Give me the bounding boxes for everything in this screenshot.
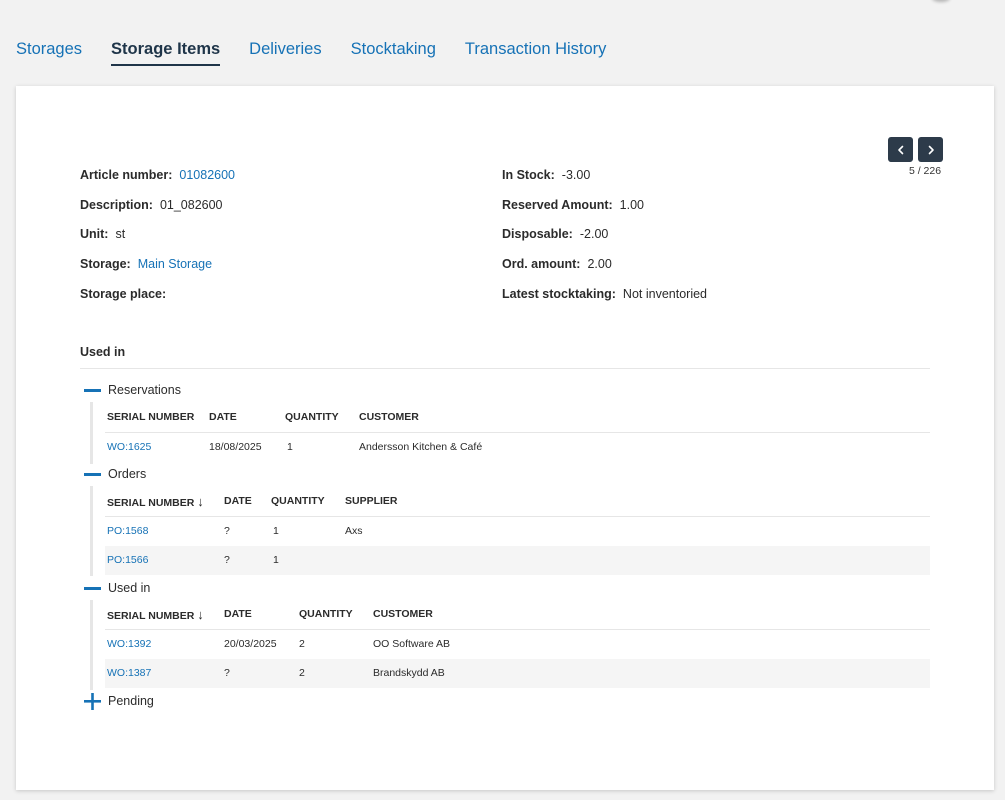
customer-cell: Andersson Kitchen & Café: [359, 441, 483, 453]
sort-descending-icon: ↓: [197, 607, 204, 622]
reserved-amount-field: Reserved Amount: 1.00: [502, 198, 644, 212]
used-in-table: SERIAL NUMBER ↓ DATE QUANTITY CUSTOMER W…: [90, 600, 930, 690]
customer-cell: Brandskydd AB: [373, 667, 445, 679]
unit-value: st: [115, 227, 126, 241]
divider: [80, 368, 930, 369]
column-header-supplier[interactable]: SUPPLIER: [345, 495, 398, 507]
reservations-group-title: Reservations: [108, 383, 181, 397]
pending-group-toggle[interactable]: Pending: [84, 692, 154, 710]
pager-count: 5 / 226: [908, 165, 942, 177]
orders-group-toggle[interactable]: Orders: [84, 467, 146, 481]
date-cell: ?: [224, 525, 230, 537]
storage-link[interactable]: Main Storage: [138, 257, 212, 271]
unit-label: Unit:: [80, 227, 109, 241]
column-header-date[interactable]: DATE: [224, 608, 252, 620]
pager: [888, 137, 943, 162]
column-header-date[interactable]: DATE: [209, 411, 237, 423]
ord-amount-label: Ord. amount:: [502, 257, 581, 271]
tab-storages[interactable]: Storages: [16, 40, 82, 66]
date-cell: 20/03/2025: [224, 638, 277, 650]
customer-cell: OO Software AB: [373, 638, 451, 650]
reserved-amount-label: Reserved Amount:: [502, 198, 613, 212]
in-stock-value: -3.00: [561, 168, 591, 182]
description-value: 01_082600: [159, 198, 223, 212]
used-in-section-title: Used in: [80, 345, 126, 359]
column-header-serial-number[interactable]: SERIAL NUMBER: [107, 411, 194, 423]
collapse-icon: [84, 581, 101, 595]
serial-number-link[interactable]: WO:1387: [107, 667, 151, 679]
column-header-date[interactable]: DATE: [224, 495, 252, 507]
reservations-table: SERIAL NUMBER DATE QUANTITY CUSTOMER WO:…: [90, 402, 930, 464]
serial-number-link[interactable]: PO:1566: [107, 554, 148, 566]
used-in-group-toggle[interactable]: Used in: [84, 581, 150, 595]
collapse-icon: [84, 383, 101, 397]
serial-number-link[interactable]: WO:1625: [107, 441, 151, 453]
article-number-label: Article number:: [80, 168, 173, 182]
next-item-button[interactable]: [918, 137, 943, 162]
supplier-cell: Axs: [345, 525, 363, 537]
quantity-cell: 1: [273, 525, 279, 537]
previous-item-button[interactable]: [888, 137, 913, 162]
column-header-customer[interactable]: CUSTOMER: [373, 608, 433, 620]
column-header-serial-number-label: SERIAL NUMBER: [107, 610, 195, 622]
storage-label: Storage:: [80, 257, 131, 271]
disposable-label: Disposable:: [502, 227, 573, 241]
ord-amount-field: Ord. amount: 2.00: [502, 257, 612, 271]
ord-amount-value: 2.00: [587, 257, 612, 271]
article-number-field: Article number: 01082600: [80, 168, 235, 182]
tab-stocktaking[interactable]: Stocktaking: [351, 40, 436, 66]
quantity-cell: 1: [287, 441, 293, 453]
reserved-amount-value: 1.00: [619, 198, 645, 212]
table-row: PO:1566 ? 1: [105, 546, 930, 575]
date-cell: ?: [224, 667, 230, 679]
table-row: WO:1392 20/03/2025 2 OO Software AB: [105, 630, 930, 659]
latest-stocktaking-field: Latest stocktaking: Not inventoried: [502, 287, 707, 301]
description-field: Description: 01_082600: [80, 198, 223, 212]
tab-deliveries[interactable]: Deliveries: [249, 40, 321, 66]
chevron-right-icon: [928, 145, 934, 154]
description-label: Description:: [80, 198, 153, 212]
serial-number-link[interactable]: WO:1392: [107, 638, 151, 650]
table-row: WO:1387 ? 2 Brandskydd AB: [105, 659, 930, 688]
expand-icon: [84, 692, 101, 710]
in-stock-label: In Stock:: [502, 168, 555, 182]
date-cell: 18/08/2025: [209, 441, 262, 453]
in-stock-field: In Stock: -3.00: [502, 168, 590, 182]
column-header-serial-number-label: SERIAL NUMBER: [107, 497, 195, 509]
column-header-serial-number[interactable]: SERIAL NUMBER ↓: [107, 494, 204, 509]
article-number-link[interactable]: 01082600: [179, 168, 235, 182]
column-header-customer[interactable]: CUSTOMER: [359, 411, 419, 423]
disposable-value: -2.00: [579, 227, 609, 241]
tab-bar: Storages Storage Items Deliveries Stockt…: [16, 40, 606, 66]
storage-field: Storage: Main Storage: [80, 257, 212, 271]
reservations-group-toggle[interactable]: Reservations: [84, 383, 181, 397]
latest-stocktaking-label: Latest stocktaking:: [502, 287, 616, 301]
quantity-cell: 1: [273, 554, 279, 566]
chevron-left-icon: [897, 145, 903, 154]
collapse-icon: [84, 467, 101, 481]
quantity-cell: 2: [299, 667, 305, 679]
column-header-quantity[interactable]: QUANTITY: [285, 411, 339, 423]
unit-field: Unit: st: [80, 227, 125, 241]
quantity-cell: 2: [299, 638, 305, 650]
orders-table: SERIAL NUMBER ↓ DATE QUANTITY SUPPLIER P…: [90, 486, 930, 576]
orders-group-title: Orders: [108, 467, 147, 481]
serial-number-link[interactable]: PO:1568: [107, 525, 148, 537]
used-in-group-title: Used in: [108, 581, 151, 595]
disposable-field: Disposable: -2.00: [502, 227, 608, 241]
table-row: WO:1625 18/08/2025 1 Andersson Kitchen &…: [105, 433, 930, 462]
storage-place-label: Storage place:: [80, 287, 167, 301]
column-header-quantity[interactable]: QUANTITY: [299, 608, 353, 620]
latest-stocktaking-value: Not inventoried: [622, 287, 707, 301]
column-header-quantity[interactable]: QUANTITY: [271, 495, 325, 507]
tab-storage-items[interactable]: Storage Items: [111, 40, 221, 66]
tab-transaction-history[interactable]: Transaction History: [465, 40, 607, 66]
column-header-serial-number[interactable]: SERIAL NUMBER ↓: [107, 607, 204, 622]
storage-item-card: 5 / 226 Article number: 01082600 Descript…: [16, 86, 994, 790]
pending-group-title: Pending: [108, 694, 154, 708]
storage-place-field: Storage place:: [80, 287, 173, 301]
sort-descending-icon: ↓: [197, 494, 204, 509]
date-cell: ?: [224, 554, 230, 566]
table-row: PO:1568 ? 1 Axs: [105, 517, 930, 546]
